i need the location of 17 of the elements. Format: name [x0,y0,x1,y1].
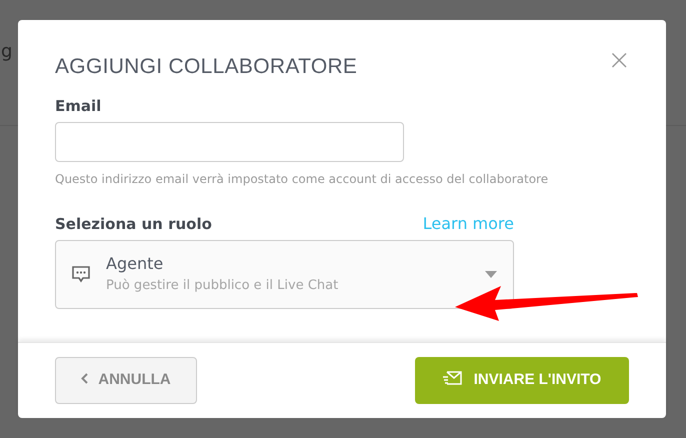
cancel-button[interactable]: ANNULLA [55,357,197,404]
background-text: g [1,40,12,64]
dialog-title: AGGIUNGI COLLABORATORE [55,54,358,80]
field-label: Seleziona un ruolo [55,214,212,236]
close-button[interactable]: × [604,46,635,74]
learn-more-link[interactable]: Learn more [422,212,514,236]
chevron-left-icon [81,373,88,384]
caret-icon [485,270,497,278]
field-label: Email [55,96,102,118]
role-dropdown[interactable]: Agente Può gestire il pubblico e il Live Chat [55,240,514,309]
send-invite-button[interactable]: INVIARE L'INVITO [415,357,629,404]
email-field[interactable] [55,122,404,162]
role-description: Può gestire il pubblico e il Live Chat [106,277,340,296]
role-name: Agente [106,253,164,276]
hint-text: Questo indirizzo email verrà impostato come account di accesso del collaboratore [55,170,550,188]
envelope-icon [442,371,462,386]
chat-icon [72,266,90,283]
